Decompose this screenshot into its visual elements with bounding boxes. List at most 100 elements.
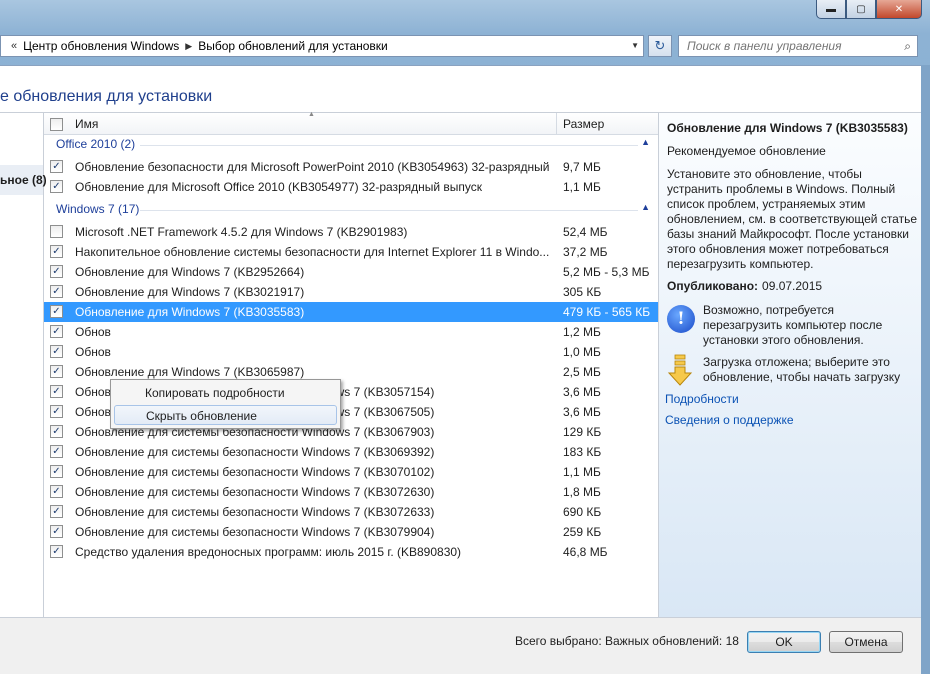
- update-name: Обновление для Microsoft Office 2010 (KB…: [75, 180, 483, 194]
- published-label: Опубликовано:: [667, 279, 759, 293]
- group-header[interactable]: Windows 7 (17) ▲: [44, 201, 658, 219]
- address-bar[interactable]: « Центр обновления Windows ▶ Выбор обнов…: [0, 35, 644, 57]
- selection-status: Всего выбрано: Важных обновлений: 18: [515, 634, 739, 648]
- breadcrumb-separator-icon[interactable]: ▶: [185, 41, 192, 52]
- refresh-button[interactable]: ↻: [648, 35, 672, 57]
- update-checkbox[interactable]: ✓: [50, 445, 63, 458]
- title-bar[interactable]: ▬ ▢ ✕: [0, 0, 930, 34]
- update-row[interactable]: ✓ Обновление для системы безопасности Win…: [44, 522, 658, 542]
- update-checkbox[interactable]: ✓: [50, 180, 63, 193]
- details-description: Установите это обновление, чтобы устрани…: [667, 167, 918, 271]
- update-row[interactable]: ✓ Обновление для системы безопасности Win…: [44, 462, 658, 482]
- minimize-button[interactable]: ▬: [816, 0, 846, 19]
- update-checkbox[interactable]: ✓: [50, 285, 63, 298]
- minimize-icon: ▬: [826, 3, 836, 15]
- window-controls: ▬ ▢ ✕: [816, 0, 922, 20]
- update-checkbox[interactable]: ✓: [50, 245, 63, 258]
- search-input[interactable]: [687, 39, 897, 53]
- column-divider[interactable]: [556, 113, 557, 135]
- info-icon: !: [667, 305, 695, 333]
- update-checkbox[interactable]: ✓: [50, 545, 63, 558]
- update-row[interactable]: ✓ Обновление для Windows 7 (KB3035583) 479…: [44, 302, 658, 322]
- update-name: Обновление для Windows 7 (KB3021917): [75, 285, 305, 299]
- collapse-icon[interactable]: ▲: [641, 202, 650, 212]
- update-checkbox[interactable]: [50, 225, 63, 238]
- update-checkbox[interactable]: ✓: [50, 265, 63, 278]
- content-area: е обновления для установки ьное (8) ▲ Им…: [0, 65, 921, 674]
- update-name: Обновление для Windows 7 (KB2952664): [75, 265, 305, 279]
- update-name: Обновление для Windows 7 (KB3065987): [75, 365, 305, 379]
- window-border-right: [921, 65, 930, 674]
- update-size: 183 КБ: [563, 445, 602, 459]
- update-size: 3,6 МБ: [563, 385, 601, 399]
- breadcrumb-windows-update[interactable]: Центр обновления Windows: [23, 39, 179, 53]
- group-label: Office 2010 (2): [56, 137, 136, 151]
- select-all-checkbox[interactable]: [50, 118, 63, 131]
- update-checkbox[interactable]: ✓: [50, 345, 63, 358]
- update-row[interactable]: ✓ Обновление для системы безопасности Win…: [44, 442, 658, 462]
- update-row[interactable]: ✓ Обновление для Windows 7 (KB3021917) 305…: [44, 282, 658, 302]
- update-name: Обновление для системы безопасности Wind…: [75, 465, 435, 479]
- update-size: 1,1 МБ: [563, 180, 601, 194]
- update-checkbox[interactable]: ✓: [50, 365, 63, 378]
- update-size: 3,6 МБ: [563, 405, 601, 419]
- update-size: 37,2 МБ: [563, 245, 608, 259]
- update-checkbox[interactable]: ✓: [50, 525, 63, 538]
- update-row[interactable]: Microsoft .NET Framework 4.5.2 для Windo…: [44, 222, 658, 242]
- update-checkbox[interactable]: ✓: [50, 160, 63, 173]
- address-dropdown-icon[interactable]: ▼: [631, 41, 639, 50]
- download-note: Загрузка отложена; выберите это обновлен…: [703, 355, 901, 384]
- update-checkbox[interactable]: ✓: [50, 405, 63, 418]
- ok-button[interactable]: OK: [747, 631, 821, 653]
- update-name: Средство удаления вредоносных программ: …: [75, 545, 462, 559]
- maximize-button[interactable]: ▢: [846, 0, 876, 19]
- details-link[interactable]: Подробности: [665, 392, 739, 406]
- update-name: Обновление безопасности для Microsoft Po…: [75, 160, 551, 174]
- update-row[interactable]: ✓ Обновление безопасности для Microsoft P…: [44, 157, 658, 177]
- menu-item-hide-update[interactable]: Скрыть обновление: [114, 405, 337, 425]
- restart-note: Возможно, потребуется перезагрузить комп…: [703, 303, 883, 347]
- column-header: ▲ Имя Размер: [44, 111, 658, 135]
- sort-arrow-icon: ▲: [308, 111, 315, 118]
- update-row[interactable]: ✓ Обновление для системы безопасности Win…: [44, 502, 658, 522]
- support-info-link[interactable]: Сведения о поддержке: [665, 413, 794, 427]
- update-checkbox[interactable]: ✓: [50, 325, 63, 338]
- menu-item-copy-details[interactable]: Копировать подробности: [114, 383, 337, 403]
- update-size: 1,0 МБ: [563, 345, 601, 359]
- page-title: е обновления для установки: [0, 88, 213, 105]
- update-checkbox[interactable]: ✓: [50, 485, 63, 498]
- update-checkbox[interactable]: ✓: [50, 465, 63, 478]
- left-nav-item-optional[interactable]: ьное (8): [0, 173, 47, 187]
- close-icon: ✕: [894, 3, 904, 15]
- update-row[interactable]: ✓ Накопительное обновление системы безопа…: [44, 242, 658, 262]
- breadcrumb-select-updates[interactable]: Выбор обновлений для установки: [198, 39, 388, 53]
- update-size: 690 КБ: [563, 505, 602, 519]
- maximize-icon: ▢: [856, 3, 866, 15]
- column-name[interactable]: Имя: [75, 117, 98, 131]
- update-checkbox[interactable]: ✓: [50, 305, 63, 318]
- published-info: Опубликовано: 09.07.2015: [667, 279, 822, 293]
- close-button[interactable]: ✕: [876, 0, 922, 19]
- update-checkbox[interactable]: ✓: [50, 505, 63, 518]
- update-checkbox[interactable]: ✓: [50, 425, 63, 438]
- collapse-icon[interactable]: ▲: [641, 137, 650, 147]
- update-checkbox[interactable]: ✓: [50, 385, 63, 398]
- update-row[interactable]: ✓ Обновление для Windows 7 (KB2952664) 5,2…: [44, 262, 658, 282]
- search-box[interactable]: ⌕: [678, 35, 918, 57]
- update-row[interactable]: ✓ Обнов 1,2 МБ: [44, 322, 658, 342]
- update-row[interactable]: ✓ Обновление для системы безопасности Win…: [44, 482, 658, 502]
- address-chevron-icon[interactable]: «: [11, 40, 17, 52]
- update-row[interactable]: ✓ Обновление для Microsoft Office 2010 (K…: [44, 177, 658, 197]
- search-icon[interactable]: ⌕: [904, 39, 911, 54]
- update-name: Обновление для системы безопасности Wind…: [75, 505, 435, 519]
- update-name: Microsoft .NET Framework 4.5.2 для Windo…: [75, 225, 408, 239]
- update-name: Обнов: [75, 325, 111, 339]
- details-subtitle: Рекомендуемое обновление: [667, 144, 826, 158]
- update-row[interactable]: ✓ Обнов 1,0 МБ: [44, 342, 658, 362]
- group-divider: [140, 210, 638, 211]
- cancel-button[interactable]: Отмена: [829, 631, 903, 653]
- group-header[interactable]: Office 2010 (2) ▲: [44, 136, 658, 154]
- update-name: Обновление для Windows 7 (KB3035583): [75, 305, 305, 319]
- column-size[interactable]: Размер: [563, 117, 604, 131]
- update-row[interactable]: ✓ Средство удаления вредоносных программ:…: [44, 542, 658, 562]
